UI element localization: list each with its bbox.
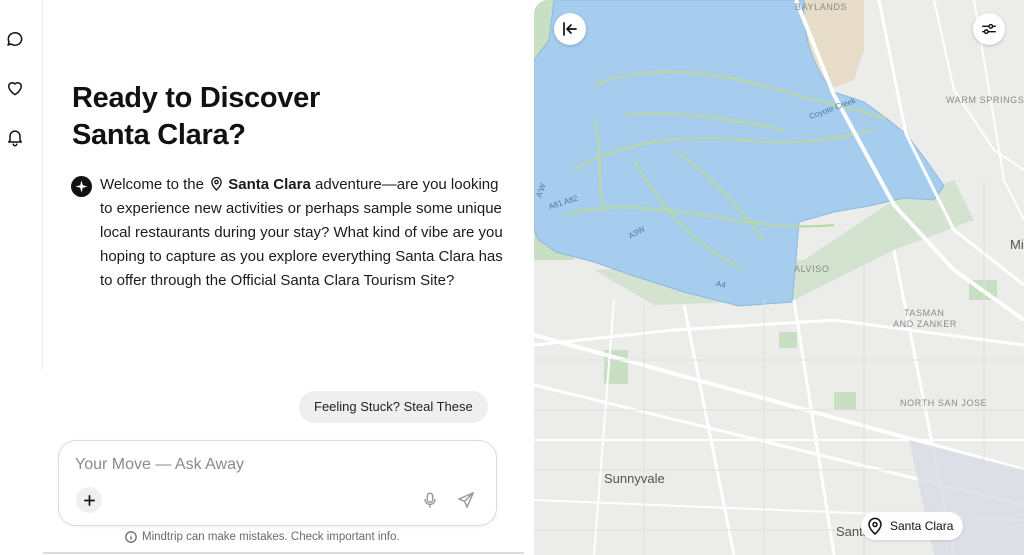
chat-bubble-icon[interactable] [3, 27, 27, 51]
location-pin-icon [868, 517, 882, 535]
location-pin-icon [211, 176, 222, 191]
map-panel[interactable]: BAYLANDS WARM SPRINGS ALVISO TASMAN AND … [534, 0, 1024, 555]
assistant-sparkle-icon [71, 176, 92, 197]
plus-icon [83, 494, 95, 506]
composer [58, 440, 497, 526]
page-title: Ready to Discover Santa Clara? [72, 80, 320, 154]
title-line-2: Santa Clara? [72, 119, 246, 151]
map-location-marker[interactable]: Santa Clara [861, 512, 964, 540]
sliders-icon [982, 23, 996, 35]
title-line-1: Ready to Discover [72, 82, 320, 114]
map-filter-button[interactable] [973, 13, 1005, 45]
disclaimer-text: Mindtrip can make mistakes. Check import… [142, 531, 400, 543]
map-bay-water [534, 0, 945, 307]
message-prefix: Welcome to the [100, 176, 204, 193]
add-attachment-button[interactable] [76, 487, 102, 513]
info-icon [125, 531, 137, 543]
map-label-sunnyvale: Sunnyvale [604, 471, 665, 486]
map-label-warm-springs: WARM SPRINGS [946, 95, 1024, 105]
message-place-link[interactable]: Santa Clara [228, 176, 311, 193]
send-button[interactable] [455, 489, 477, 511]
map-label-edge-partial: Mi [1010, 237, 1024, 252]
collapse-left-icon [563, 22, 577, 36]
collapse-map-button[interactable] [554, 13, 586, 45]
microphone-icon [424, 492, 436, 508]
left-icon-rail [0, 0, 43, 370]
map-label-north-san-jose: NORTH SAN JOSE [900, 398, 988, 408]
chat-panel: Ready to Discover Santa Clara? Welcome t… [43, 0, 524, 555]
map-label-baylands: BAYLANDS [795, 2, 848, 12]
disclaimer: Mindtrip can make mistakes. Check import… [125, 531, 400, 543]
divider [43, 552, 524, 554]
marker-label: Santa Clara [890, 519, 954, 533]
assistant-message: Welcome to the Santa Clara adventure—are… [100, 173, 510, 293]
suggestions-button[interactable]: Feeling Stuck? Steal These [299, 391, 488, 423]
heart-icon[interactable] [3, 76, 27, 100]
map-label-tasman-1: TASMAN [904, 308, 945, 318]
bell-icon[interactable] [3, 125, 27, 149]
map-label-a4: A4 [715, 279, 727, 290]
chat-input[interactable] [75, 453, 475, 477]
map-label-tasman-2: AND ZANKER [893, 319, 958, 329]
send-icon [458, 492, 474, 508]
map-label-alviso: ALVISO [794, 264, 830, 274]
microphone-button[interactable] [419, 489, 441, 511]
